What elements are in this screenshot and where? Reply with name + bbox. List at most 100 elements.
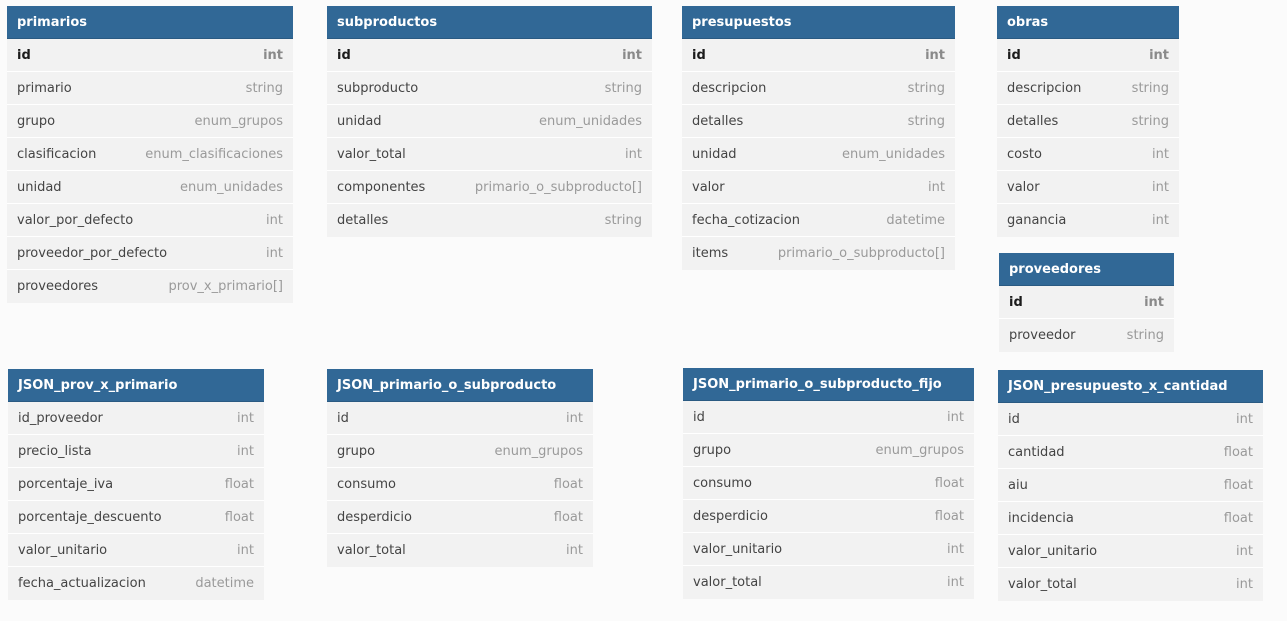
- column-name: id: [1009, 294, 1023, 310]
- column-type: float: [224, 476, 254, 492]
- table-row[interactable]: id int: [683, 401, 974, 434]
- table-json-prov-x-primario[interactable]: JSON_prov_x_primario id_proveedor int preci…: [8, 369, 264, 600]
- table-row[interactable]: consumo float: [327, 468, 593, 501]
- table-row[interactable]: primario string: [7, 72, 293, 105]
- table-row[interactable]: valor int: [997, 171, 1179, 204]
- column-name: subproducto: [337, 80, 419, 96]
- column-type: float: [1223, 477, 1253, 493]
- table-row[interactable]: id int: [998, 403, 1263, 436]
- table-row[interactable]: proveedores prov_x_primario[]: [7, 270, 293, 303]
- column-name: valor_unitario: [1008, 543, 1098, 559]
- table-title[interactable]: obras: [997, 6, 1179, 39]
- column-type: string: [907, 113, 945, 129]
- table-title[interactable]: proveedores: [999, 253, 1174, 286]
- column-name: clasificacion: [17, 146, 97, 162]
- table-presupuestos[interactable]: presupuestos id int descripcion string detall…: [682, 6, 955, 270]
- table-row[interactable]: unidad enum_unidades: [7, 171, 293, 204]
- column-type: int: [947, 409, 964, 425]
- table-title[interactable]: presupuestos: [682, 6, 955, 39]
- column-name: valor_total: [337, 146, 406, 162]
- table-title[interactable]: primarios: [7, 6, 293, 39]
- table-row[interactable]: descripcion string: [997, 72, 1179, 105]
- table-row[interactable]: valor_total int: [998, 568, 1263, 601]
- column-name: consumo: [337, 476, 396, 492]
- table-row[interactable]: grupo enum_grupos: [683, 434, 974, 467]
- table-row[interactable]: grupo enum_grupos: [327, 435, 593, 468]
- column-name: detalles: [1007, 113, 1059, 129]
- table-title[interactable]: JSON_primario_o_subproducto: [327, 369, 593, 402]
- table-row[interactable]: detalles string: [682, 105, 955, 138]
- table-row[interactable]: valor_unitario int: [998, 535, 1263, 568]
- column-type: int: [622, 47, 642, 63]
- table-row[interactable]: componentes primario_o_subproducto[]: [327, 171, 652, 204]
- column-name: fecha_actualizacion: [18, 576, 146, 591]
- column-name: incidencia: [1008, 510, 1074, 526]
- table-proveedores[interactable]: proveedores id int proveedor string: [999, 253, 1174, 352]
- table-row[interactable]: aiu float: [998, 469, 1263, 502]
- table-title[interactable]: JSON_prov_x_primario: [8, 369, 264, 402]
- table-title[interactable]: subproductos: [327, 6, 652, 39]
- table-row[interactable]: ganancia int: [997, 204, 1179, 237]
- column-type: enum_unidades: [842, 146, 945, 162]
- table-row[interactable]: valor_total int: [327, 138, 652, 171]
- table-row[interactable]: costo int: [997, 138, 1179, 171]
- column-type: datetime: [195, 576, 254, 591]
- column-name: valor_total: [337, 543, 406, 558]
- table-row[interactable]: unidad enum_unidades: [327, 105, 652, 138]
- table-row[interactable]: id int: [997, 39, 1179, 72]
- table-row[interactable]: cantidad float: [998, 436, 1263, 469]
- table-row[interactable]: porcentaje_descuento float: [8, 501, 264, 534]
- column-type: float: [934, 475, 964, 491]
- table-row[interactable]: proveedor string: [999, 319, 1174, 352]
- table-row[interactable]: porcentaje_iva float: [8, 468, 264, 501]
- column-name: id_proveedor: [18, 410, 103, 426]
- table-row[interactable]: valor_unitario int: [683, 533, 974, 566]
- table-row[interactable]: id int: [327, 39, 652, 72]
- column-type: datetime: [886, 212, 945, 228]
- table-row[interactable]: valor_total int: [683, 566, 974, 599]
- table-row[interactable]: items primario_o_subproducto[]: [682, 237, 955, 270]
- table-row[interactable]: id_proveedor int: [8, 402, 264, 435]
- table-row[interactable]: desperdicio float: [327, 501, 593, 534]
- table-row[interactable]: unidad enum_unidades: [682, 138, 955, 171]
- table-row[interactable]: precio_lista int: [8, 435, 264, 468]
- column-type: int: [947, 541, 964, 557]
- table-title[interactable]: JSON_presupuesto_x_cantidad: [998, 370, 1263, 403]
- table-row[interactable]: valor_unitario int: [8, 534, 264, 567]
- table-row[interactable]: valor_total int: [327, 534, 593, 567]
- table-row[interactable]: proveedor_por_defecto int: [7, 237, 293, 270]
- table-row[interactable]: clasificacion enum_clasificaciones: [7, 138, 293, 171]
- table-json-primario-o-subproducto-fijo[interactable]: JSON_primario_o_subproducto_fijo id int gru…: [683, 368, 974, 599]
- table-title[interactable]: JSON_primario_o_subproducto_fijo: [683, 368, 974, 401]
- table-json-primario-o-subproducto[interactable]: JSON_primario_o_subproducto id int grupo enu…: [327, 369, 593, 567]
- table-primarios[interactable]: primarios id int primario string grupo enum_gr…: [7, 6, 293, 303]
- table-row[interactable]: id int: [999, 286, 1174, 319]
- table-row[interactable]: detalles string: [997, 105, 1179, 138]
- table-row[interactable]: id int: [7, 39, 293, 72]
- table-row[interactable]: grupo enum_grupos: [7, 105, 293, 138]
- table-row[interactable]: valor int: [682, 171, 955, 204]
- column-name: grupo: [693, 442, 732, 458]
- column-type: float: [1223, 510, 1253, 526]
- table-row[interactable]: consumo float: [683, 467, 974, 500]
- table-obras[interactable]: obras id int descripcion string detalles strin…: [997, 6, 1179, 237]
- table-subproductos[interactable]: subproductos id int subproducto string unidad…: [327, 6, 652, 237]
- column-type: enum_clasificaciones: [145, 146, 283, 162]
- table-row[interactable]: incidencia float: [998, 502, 1263, 535]
- column-type: string: [604, 213, 642, 228]
- table-row[interactable]: valor_por_defecto int: [7, 204, 293, 237]
- column-type: int: [925, 47, 945, 63]
- table-row[interactable]: descripcion string: [682, 72, 955, 105]
- table-row[interactable]: fecha_actualizacion datetime: [8, 567, 264, 600]
- column-type: int: [1152, 179, 1169, 195]
- table-row[interactable]: id int: [682, 39, 955, 72]
- column-name: id: [337, 47, 351, 63]
- column-name: valor_unitario: [18, 542, 108, 558]
- table-json-presupuesto-x-cantidad[interactable]: JSON_presupuesto_x_cantidad id int cantidad…: [998, 370, 1263, 601]
- column-name: descripcion: [692, 80, 767, 96]
- table-row[interactable]: detalles string: [327, 204, 652, 237]
- table-row[interactable]: subproducto string: [327, 72, 652, 105]
- table-row[interactable]: desperdicio float: [683, 500, 974, 533]
- table-row[interactable]: fecha_cotizacion datetime: [682, 204, 955, 237]
- table-row[interactable]: id int: [327, 402, 593, 435]
